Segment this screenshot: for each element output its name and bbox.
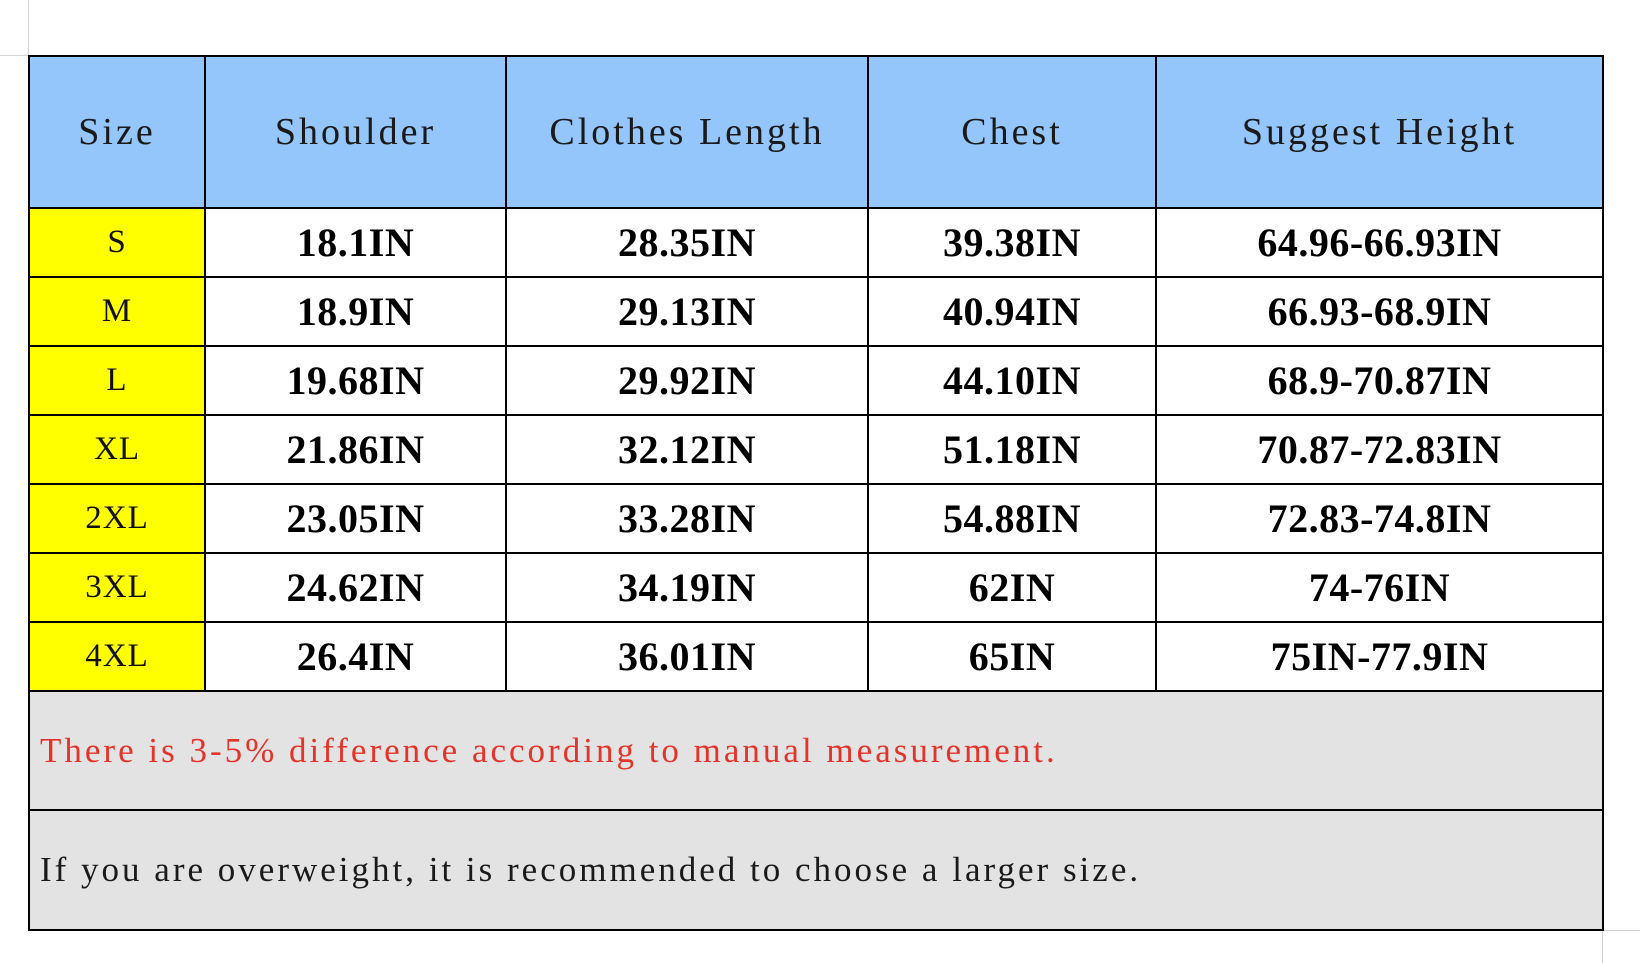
- sheet-gridline-vertical-right: [1602, 930, 1603, 963]
- cell-chest: 39.38IN: [867, 207, 1157, 278]
- cell-shoulder: 19.68IN: [204, 344, 507, 416]
- cell-height: 75IN-77.9IN: [1155, 620, 1604, 692]
- table-row: XL 21.86IN 32.12IN 51.18IN 70.87-72.83IN: [28, 413, 1604, 485]
- sheet-gridline-horizontal: [0, 55, 28, 56]
- cell-chest: 54.88IN: [867, 482, 1157, 554]
- cell-height: 74-76IN: [1155, 551, 1604, 623]
- cell-shoulder: 24.62IN: [204, 551, 507, 623]
- cell-length: 29.92IN: [505, 344, 869, 416]
- column-header-chest: Chest: [867, 55, 1157, 209]
- cell-height: 68.9-70.87IN: [1155, 344, 1604, 416]
- note-measurement-text: There is 3-5% difference according to ma…: [28, 689, 1604, 812]
- cell-size: M: [28, 275, 206, 347]
- cell-shoulder: 23.05IN: [204, 482, 507, 554]
- cell-height: 64.96-66.93IN: [1155, 207, 1604, 278]
- cell-chest: 44.10IN: [867, 344, 1157, 416]
- cell-size: 4XL: [28, 620, 206, 692]
- table-row: S 18.1IN 28.35IN 39.38IN 64.96-66.93IN: [28, 207, 1604, 278]
- cell-chest: 51.18IN: [867, 413, 1157, 485]
- size-chart: Size Shoulder Clothes Length Chest Sugge…: [28, 55, 1604, 931]
- note-row-overweight: If you are overweight, it is recommended…: [28, 809, 1604, 931]
- cell-chest: 40.94IN: [867, 275, 1157, 347]
- cell-size: 2XL: [28, 482, 206, 554]
- cell-length: 36.01IN: [505, 620, 869, 692]
- cell-height: 70.87-72.83IN: [1155, 413, 1604, 485]
- cell-height: 72.83-74.8IN: [1155, 482, 1604, 554]
- cell-size: S: [28, 207, 206, 278]
- column-header-suggest-height: Suggest Height: [1155, 55, 1604, 209]
- cell-chest: 65IN: [867, 620, 1157, 692]
- cell-size: 3XL: [28, 551, 206, 623]
- cell-length: 28.35IN: [505, 207, 869, 278]
- table-row: 2XL 23.05IN 33.28IN 54.88IN 72.83-74.8IN: [28, 482, 1604, 554]
- note-row-measurement: There is 3-5% difference according to ma…: [28, 689, 1604, 812]
- cell-length: 34.19IN: [505, 551, 869, 623]
- cell-height: 66.93-68.9IN: [1155, 275, 1604, 347]
- column-header-shoulder: Shoulder: [204, 55, 507, 209]
- column-header-clothes-length: Clothes Length: [505, 55, 869, 209]
- cell-chest: 62IN: [867, 551, 1157, 623]
- table-row: 4XL 26.4IN 36.01IN 65IN 75IN-77.9IN: [28, 620, 1604, 692]
- cell-shoulder: 18.1IN: [204, 207, 507, 278]
- cell-shoulder: 18.9IN: [204, 275, 507, 347]
- sheet-gridline-horizontal-bottom: [1602, 930, 1640, 931]
- table-row: M 18.9IN 29.13IN 40.94IN 66.93-68.9IN: [28, 275, 1604, 347]
- cell-length: 33.28IN: [505, 482, 869, 554]
- sheet-gridline-vertical: [28, 0, 29, 56]
- cell-size: L: [28, 344, 206, 416]
- cell-length: 29.13IN: [505, 275, 869, 347]
- note-overweight-text: If you are overweight, it is recommended…: [28, 809, 1604, 931]
- cell-size: XL: [28, 413, 206, 485]
- cell-shoulder: 26.4IN: [204, 620, 507, 692]
- cell-length: 32.12IN: [505, 413, 869, 485]
- cell-shoulder: 21.86IN: [204, 413, 507, 485]
- table-row: 3XL 24.62IN 34.19IN 62IN 74-76IN: [28, 551, 1604, 623]
- table-row: L 19.68IN 29.92IN 44.10IN 68.9-70.87IN: [28, 344, 1604, 416]
- size-chart-table: Size Shoulder Clothes Length Chest Sugge…: [28, 55, 1604, 931]
- table-header-row: Size Shoulder Clothes Length Chest Sugge…: [28, 55, 1604, 209]
- column-header-size: Size: [28, 55, 206, 209]
